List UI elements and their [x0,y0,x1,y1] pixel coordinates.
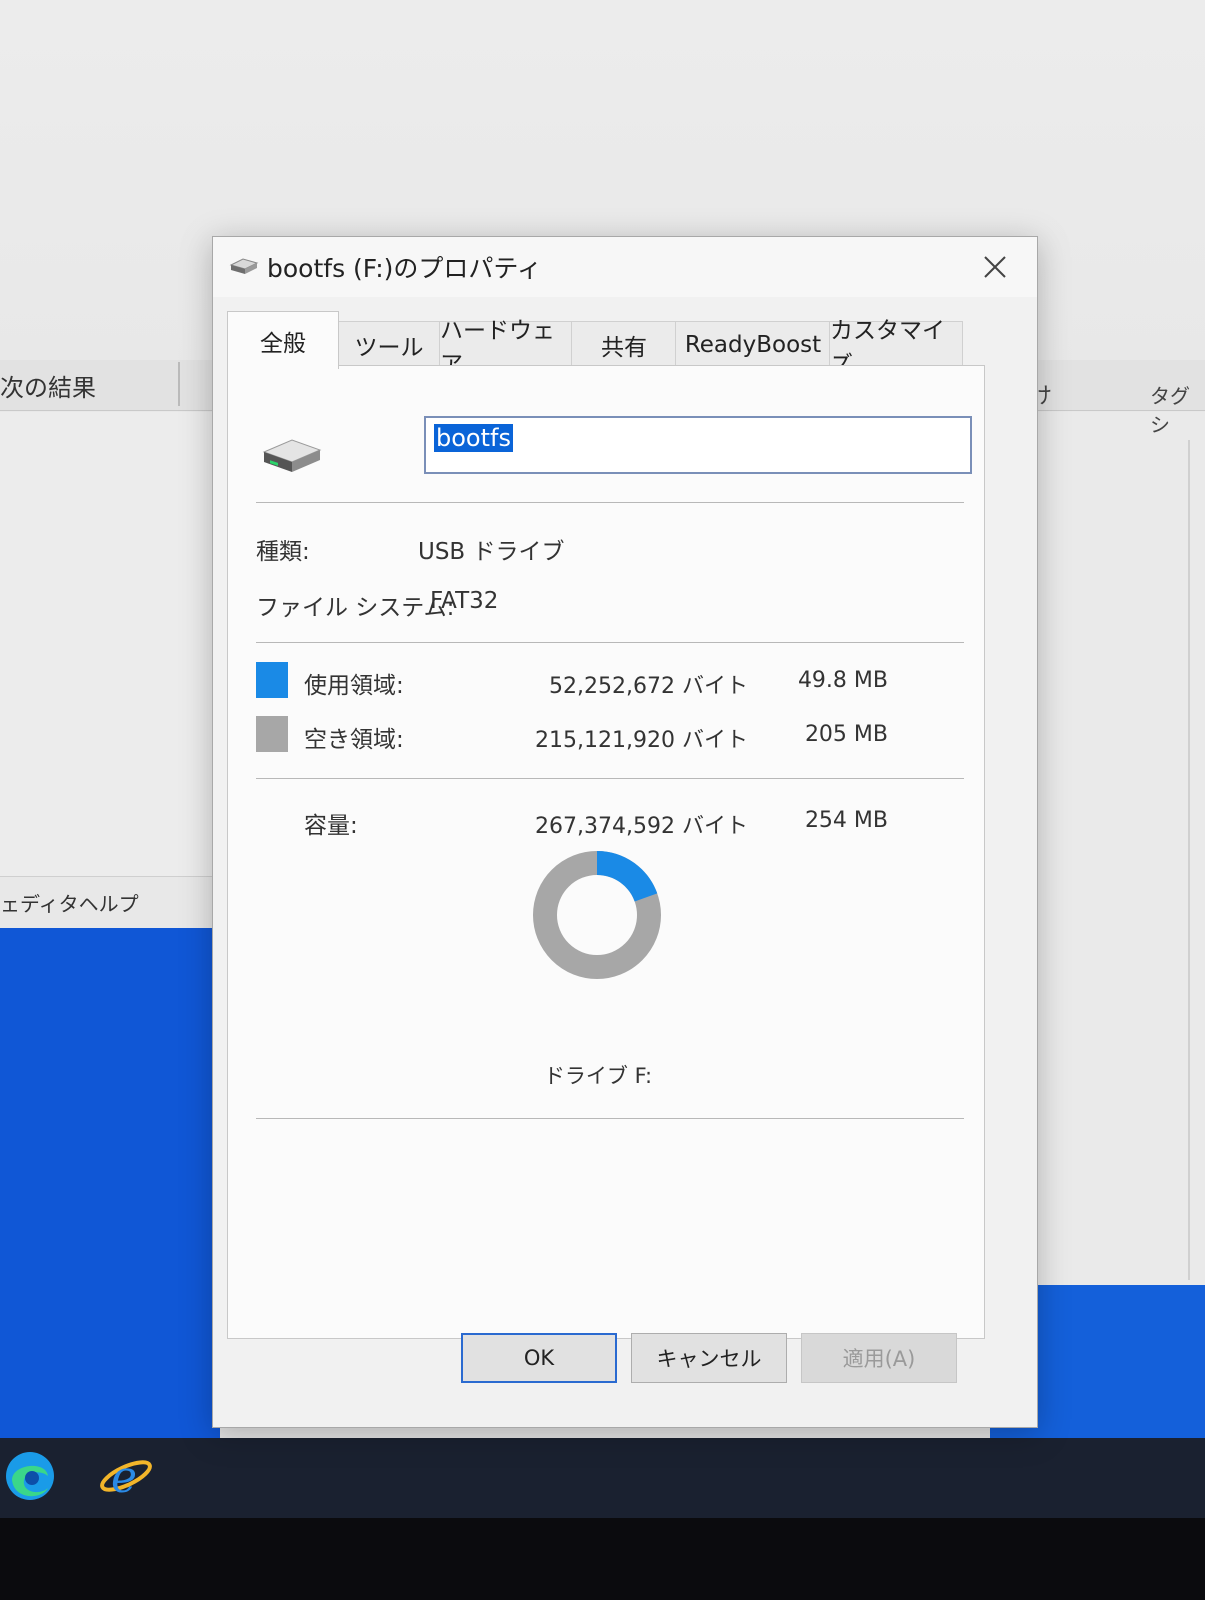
edge-icon[interactable] [2,1448,58,1504]
svg-text:e: e [111,1452,137,1503]
background-ribbon-label-tags: タグ シ [1150,384,1190,437]
type-label: 種類: [256,539,310,565]
type-value: USB ドライブ [418,539,565,565]
background-status-text: ェディタヘルプ [0,892,139,916]
separator-2 [256,642,964,643]
file-system-label: ファイル システム: [256,595,455,621]
capacity-size: 254 MB [804,808,888,833]
apply-button[interactable]: 適用(A) [801,1333,957,1383]
ok-button[interactable]: OK [461,1333,617,1383]
disk-usage-donut-chart [533,851,661,979]
drive-properties-dialog: bootfs (F:)のプロパティ 全般 ツール ハードウェア 共有 Ready… [212,236,1038,1428]
tab-general[interactable]: 全般 [227,311,339,369]
tab-sharing[interactable]: 共有 [571,321,677,367]
usb-drive-large-icon [260,434,324,482]
used-space-label: 使用領域: [304,673,404,699]
drive-letter-label: ドライブ F: [543,1064,653,1088]
free-space-bytes: 215,121,920 バイト [535,728,748,753]
free-space-label: 空き領域: [304,727,404,753]
used-space-bytes: 52,252,672 バイト [549,674,748,699]
taskbar [0,1438,1205,1518]
close-icon [984,256,1006,278]
capacity-bytes: 267,374,592 バイト [535,814,748,839]
tab-hardware[interactable]: ハードウェア [439,318,573,378]
used-space-swatch [256,662,288,698]
tab-bar: 全般 ツール ハードウェア 共有 ReadyBoost カスタマイズ [227,311,1027,378]
volume-name-selected-text: bootfs [434,424,513,452]
free-space-size: 205 MB [804,722,888,747]
file-system-value: FAT32 [430,588,499,614]
dialog-titlebar[interactable]: bootfs (F:)のプロパティ [213,237,1037,297]
separator-4 [256,1118,964,1119]
internet-explorer-icon[interactable]: e [98,1448,154,1504]
capacity-label: 容量: [304,813,358,839]
usb-drive-icon [229,255,259,281]
desktop-wallpaper-left [0,928,220,1438]
volume-name-input[interactable]: bootfs [424,416,972,474]
free-space-swatch [256,716,288,752]
separator-3 [256,778,964,779]
tab-tools[interactable]: ツール [337,321,441,367]
background-search-next-label: 次の結果 [0,374,96,402]
background-ribbon-separator [178,362,180,406]
dialog-title: bootfs (F:)のプロパティ [267,254,542,283]
separator-1 [256,502,964,503]
general-tab-panel: bootfs 種類: USB ドライブ ファイル システム: FAT32 使用領… [227,365,985,1339]
used-space-size: 49.8 MB [797,668,888,693]
close-button[interactable] [967,245,1023,289]
tab-readyboost[interactable]: ReadyBoost [675,321,831,367]
tab-customize[interactable]: カスタマイズ [829,318,963,378]
background-divider [1188,440,1190,1280]
monitor-bezel [0,1518,1205,1600]
cancel-button[interactable]: キャンセル [631,1333,787,1383]
